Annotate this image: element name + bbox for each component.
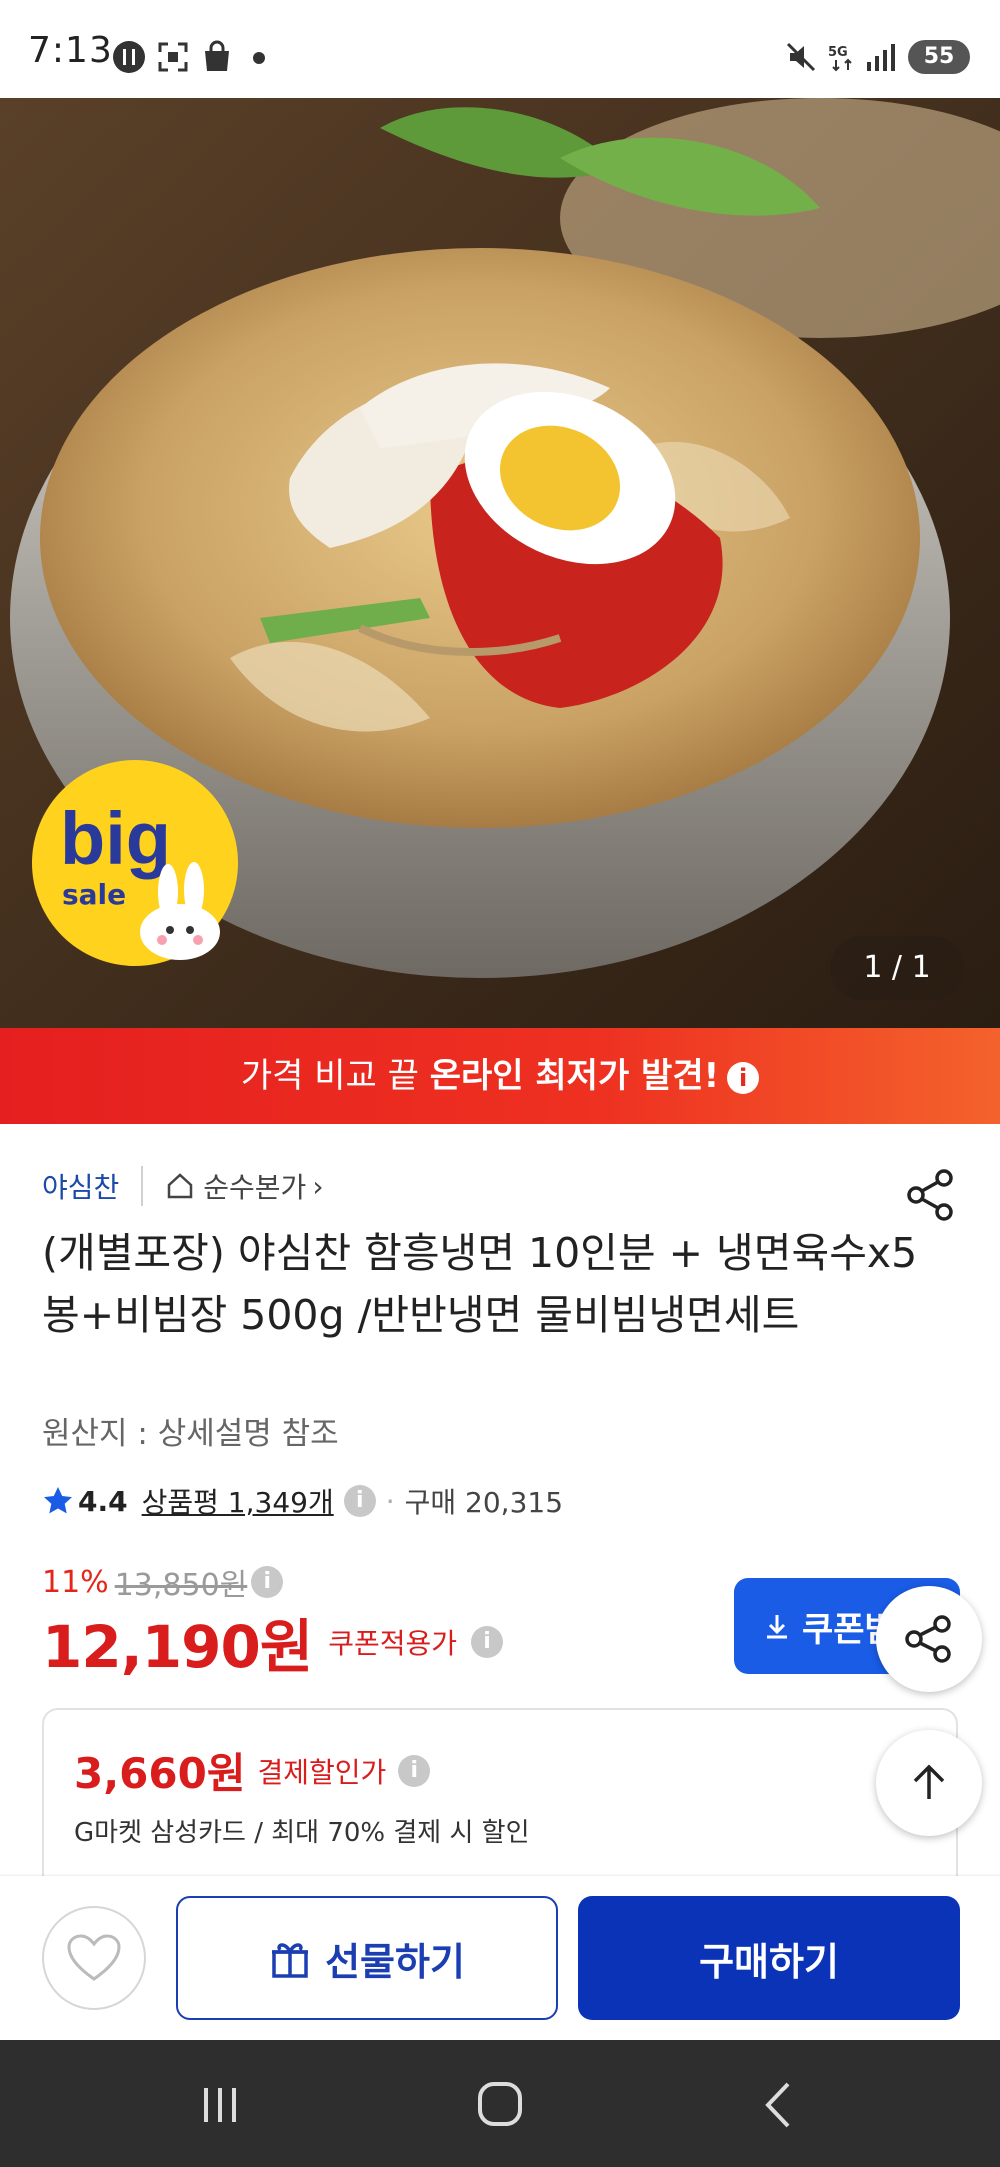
sale-price: 12,190원: [42, 1613, 313, 1681]
origin-info: 원산지 : 상세설명 참조: [42, 1416, 339, 1452]
home-icon: [168, 1173, 193, 1199]
discount-percent: 11%: [42, 1564, 109, 1600]
store-name: 순수본가: [203, 1171, 307, 1204]
info-icon[interactable]: i: [727, 1061, 760, 1094]
share-icon[interactable]: [904, 1168, 958, 1222]
banner-highlight: 온라인 최저가 발견!: [429, 1056, 720, 1096]
card-price-row: 3,660원 결제할인가 i: [74, 1740, 440, 1801]
seller-name[interactable]: 야심찬: [42, 1166, 119, 1206]
notification-dot: [253, 52, 265, 64]
star-icon: [44, 1487, 72, 1514]
rabbit-icon: [140, 862, 220, 960]
battery-indicator: 55: [908, 40, 970, 74]
gift-button[interactable]: 선물하기: [176, 1896, 558, 2020]
status-bar: 7:13 5G 55: [0, 0, 1000, 98]
rating-row: 4.4 상품평 1,349개 i · 구매 20,315: [42, 1476, 563, 1526]
separator-dot: ·: [385, 1484, 395, 1518]
lowest-price-banner[interactable]: 가격 비교 끝 온라인 최저가 발견! i: [0, 1028, 1000, 1124]
price-label: 쿠폰적용가: [328, 1627, 457, 1660]
back-icon[interactable]: [750, 2078, 810, 2132]
5g-icon: 5G: [828, 45, 852, 72]
rating-score: 4.4: [78, 1484, 128, 1518]
buy-button[interactable]: 구매하기: [578, 1896, 960, 2020]
info-icon[interactable]: i: [471, 1626, 503, 1658]
product-title: (개별포장) 야심찬 함흥냉면 10인분 + 냉면육수x5봉+비빔장 500g …: [42, 1229, 918, 1339]
store-link[interactable]: 순수본가 ›: [165, 1166, 324, 1206]
image-counter: 1 / 1: [830, 936, 964, 1000]
gift-icon: [272, 1943, 309, 1978]
settings-notification-icon: [113, 41, 145, 73]
shopping-bag-icon: [205, 40, 229, 71]
payment-discount-price: 3,660원: [74, 1749, 246, 1798]
banner-prefix: 가격 비교 끝: [240, 1056, 430, 1096]
big-sale-badge: big sale: [32, 760, 238, 966]
system-navigation-bar: [0, 2040, 1000, 2167]
signal-icon: [867, 44, 895, 71]
chevron-right-icon: ›: [312, 1169, 324, 1203]
wishlist-button[interactable]: [42, 1906, 146, 2010]
floating-share-button[interactable]: [876, 1586, 982, 1692]
svg-text:5G: 5G: [828, 45, 848, 60]
home-nav-icon[interactable]: [470, 2078, 530, 2132]
mute-icon: [786, 42, 816, 72]
recent-apps-icon[interactable]: [190, 2078, 250, 2132]
gift-label: 선물하기: [325, 1939, 465, 1984]
info-icon[interactable]: i: [251, 1566, 284, 1598]
original-price: 13,850원: [114, 1568, 248, 1603]
review-count-link[interactable]: 상품평 1,349개: [142, 1481, 334, 1521]
arrow-up-icon: [913, 1764, 945, 1799]
purchase-count: 구매 20,315: [404, 1486, 564, 1519]
sale-text: sale: [62, 878, 127, 911]
seller-row: 야심찬 순수본가 ›: [42, 1160, 324, 1212]
divider: [141, 1166, 144, 1206]
payment-discount-desc: G마켓 삼성카드 / 최대 70% 결제 시 할인: [74, 1818, 530, 1848]
share-icon: [905, 1615, 951, 1663]
status-time: 7:13: [28, 30, 113, 71]
product-image[interactable]: big sale 1 / 1: [0, 98, 1000, 1028]
scroll-to-top-button[interactable]: [876, 1730, 982, 1836]
discount-row: 11% 13,850원 i: [42, 1560, 293, 1604]
bottom-action-bar: 선물하기 구매하기: [0, 1876, 1000, 2040]
info-icon[interactable]: i: [343, 1485, 376, 1517]
download-icon: [767, 1615, 787, 1639]
screenshot-icon: [158, 42, 188, 72]
heart-icon: [67, 1934, 121, 1981]
price-row: 12,190원 쿠폰적용가 i: [42, 1600, 513, 1684]
buy-label: 구매하기: [699, 1939, 839, 1984]
payment-discount-label: 결제할인가: [257, 1755, 387, 1789]
info-icon[interactable]: i: [398, 1754, 431, 1787]
